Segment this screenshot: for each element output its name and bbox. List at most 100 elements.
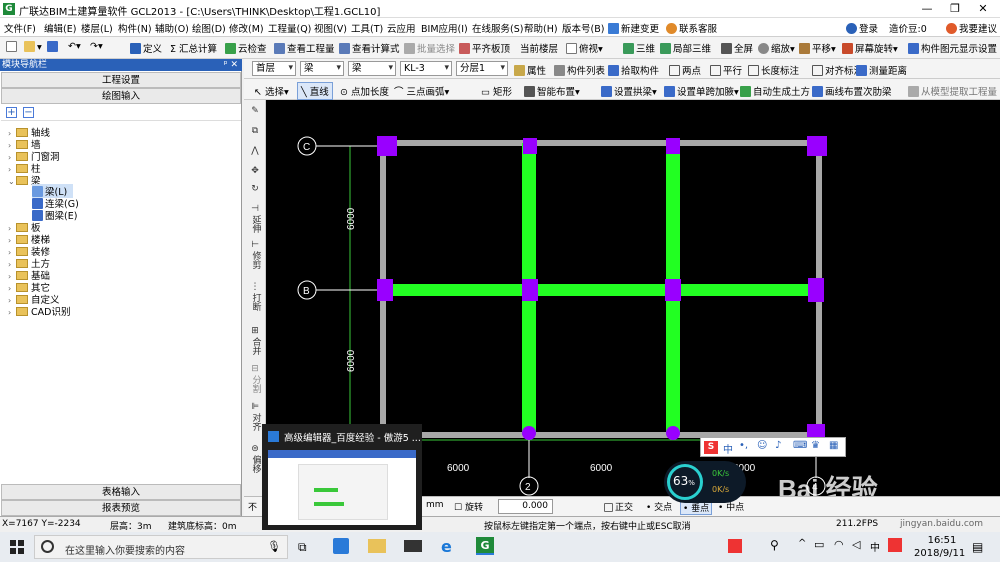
rotate-angle-input[interactable]: 0.000 — [498, 499, 553, 514]
pan-button[interactable]: 平移▾ — [799, 41, 836, 55]
column-b1[interactable] — [377, 279, 393, 301]
ime-toolbar[interactable]: S 中 •, ☺ ♪ ⌨ ♛ ▦ — [700, 437, 846, 457]
menu-contact[interactable]: 联系客服 — [666, 21, 717, 35]
clock-time[interactable]: 16:51 — [922, 535, 962, 546]
trim-button[interactable]: ⊢ 修剪 — [245, 240, 265, 274]
3d-button[interactable]: 三维 — [623, 41, 655, 55]
column-c2[interactable] — [523, 138, 537, 154]
menu-modify[interactable]: 修改(M) — [229, 21, 264, 35]
type-select[interactable]: 梁 — [348, 61, 396, 76]
extend-button[interactable]: ⊣ 延伸 — [245, 204, 265, 236]
beam-horizontal-b[interactable] — [383, 284, 819, 296]
close-button[interactable]: ✕ — [972, 2, 994, 16]
people-icon[interactable]: ⚲ — [770, 538, 779, 552]
current-floor-button[interactable]: 当前楼层 — [520, 41, 558, 55]
merge-button[interactable]: ⊞ 合并 — [245, 326, 265, 358]
volume-icon[interactable]: ◁ — [852, 538, 860, 551]
skin-icon[interactable]: ♛ — [811, 440, 820, 451]
collapse-all-icon[interactable]: − — [23, 107, 34, 118]
menu-quantity[interactable]: 工程量(Q) — [268, 21, 311, 35]
two-point-button[interactable]: 两点 — [669, 63, 701, 77]
set-arch-beam-button[interactable]: 设置拱梁▾ — [601, 84, 657, 98]
clock-date[interactable]: 2018/9/11 — [914, 548, 965, 559]
expand-all-icon[interactable]: + — [6, 107, 17, 118]
parallel-button[interactable]: 平行 — [710, 63, 742, 77]
summary-calc-button[interactable]: Σ 汇总计算 — [170, 41, 217, 55]
keyboard-icon[interactable]: ⌨ — [793, 440, 807, 451]
glodon-taskbar-icon[interactable]: G — [476, 537, 494, 555]
top-view-dropdown[interactable]: 俯视▾ — [566, 41, 603, 55]
zoom-button[interactable]: 缩放▾ — [758, 41, 795, 55]
rotate-icon[interactable]: ↻ — [245, 184, 265, 195]
view-quantity-button[interactable]: 查看工程量 — [274, 41, 335, 55]
taskbar-search-box[interactable]: 在这里输入你要搜索的内容 🎙 — [34, 535, 288, 559]
project-settings-button[interactable]: 工程设置 — [1, 72, 241, 88]
point-length-button[interactable]: ⊙ 点加长度 — [340, 84, 389, 98]
pencil-icon[interactable]: ✎ — [245, 106, 265, 117]
menu-floor[interactable]: 楼层(L) — [81, 21, 113, 35]
single-span-haunch-button[interactable]: 设置单跨加腋▾ — [664, 84, 739, 98]
windows-start-icon[interactable] — [10, 540, 24, 554]
length-dimension-button[interactable]: 长度标注 — [748, 63, 799, 77]
component-select[interactable]: KL-3 — [400, 61, 452, 76]
menu-new-change[interactable]: 新建变更 — [608, 21, 659, 35]
component-list-button[interactable]: 构件列表 — [554, 63, 605, 77]
edge-icon[interactable]: e — [441, 537, 452, 556]
category-select[interactable]: 梁 — [300, 61, 344, 76]
column-c4[interactable] — [807, 136, 827, 156]
punctuation-icon[interactable]: •, — [739, 440, 748, 451]
menu-component[interactable]: 构件(N) — [118, 21, 152, 35]
menu-online[interactable]: 在线服务(S) — [472, 21, 523, 35]
pick-component-button[interactable]: 拾取构件 — [608, 63, 659, 77]
flush-slab-top-button[interactable]: 平齐板顶 — [459, 41, 510, 55]
column-c3[interactable] — [666, 138, 680, 154]
secondary-rib-button[interactable]: 画线布置次肋梁 — [812, 84, 892, 98]
pin-close-icons[interactable]: ᵖ ✕ — [224, 59, 238, 71]
open-file-icon[interactable]: ▾ — [24, 41, 42, 53]
login-button[interactable]: 登录 — [846, 21, 878, 35]
save-icon[interactable] — [47, 41, 60, 53]
notification-icon[interactable]: ▤ — [972, 540, 983, 554]
screen-rotate-button[interactable]: 屏幕旋转▾ — [842, 41, 898, 55]
network-icon[interactable]: ▭ — [814, 538, 824, 551]
maximize-button[interactable]: ❐ — [944, 2, 966, 16]
rotate-toggle[interactable]: ☐ 旋转 — [454, 500, 483, 513]
microphone-icon[interactable]: 🎙 — [267, 540, 281, 553]
menu-edit[interactable]: 编辑(E) — [44, 21, 76, 35]
menu-file[interactable]: 文件(F) — [4, 21, 36, 35]
menu-tools[interactable]: 工具(T) — [351, 21, 383, 35]
ime-lang[interactable]: 中 — [723, 441, 733, 456]
menu-auxiliary[interactable]: 辅助(O) — [155, 21, 189, 35]
auto-earthwork-button[interactable]: 自动生成土方 — [740, 84, 810, 98]
taskbar-preview-popup[interactable]: 高级编辑器_百度经验 - 傲游5 ... — [262, 424, 422, 530]
layer-select[interactable]: 分层1 — [456, 61, 508, 76]
menu-bim[interactable]: BIM应用(I) — [421, 21, 468, 35]
view-formula-button[interactable]: 查看计算式 — [339, 41, 400, 55]
select-button[interactable]: ↖ 选择▾ — [254, 84, 289, 98]
report-preview-button[interactable]: 报表预览 — [1, 500, 241, 516]
copy-icon[interactable]: ⧉ — [245, 126, 265, 137]
mail-icon[interactable] — [404, 540, 422, 552]
task-view-icon[interactable]: ⧉ — [298, 540, 307, 555]
rectangle-button[interactable]: ▭ 矩形 — [481, 84, 512, 98]
column-b3[interactable] — [665, 279, 681, 301]
menu-cloud[interactable]: 云应用 — [387, 21, 416, 35]
define-button[interactable]: 定义 — [130, 41, 162, 55]
minimize-button[interactable]: — — [916, 2, 938, 16]
undo-icon[interactable]: ↶▾ — [68, 41, 81, 52]
redo-icon[interactable]: ↷▾ — [90, 41, 103, 52]
break-button[interactable]: ⋮ 打断 — [245, 282, 265, 320]
properties-button[interactable]: 属性 — [514, 63, 546, 77]
sogou-tray-icon[interactable] — [728, 539, 742, 553]
batch-select-button[interactable]: 批量选择 — [404, 41, 455, 55]
cloud-check-button[interactable]: 云检查 — [225, 41, 267, 55]
new-file-icon[interactable] — [6, 41, 19, 53]
column-a2[interactable] — [522, 426, 536, 440]
tray-lang[interactable]: 中 — [870, 539, 880, 554]
ortho-toggle[interactable]: 正交 — [604, 500, 633, 513]
sogou-s-tray-icon[interactable] — [888, 538, 902, 552]
column-c1[interactable] — [377, 136, 397, 156]
drawing-input-button[interactable]: 绘图输入 — [1, 88, 241, 104]
intersection-snap[interactable]: • 交点 — [646, 500, 672, 513]
preview-thumbnail[interactable] — [268, 450, 416, 525]
